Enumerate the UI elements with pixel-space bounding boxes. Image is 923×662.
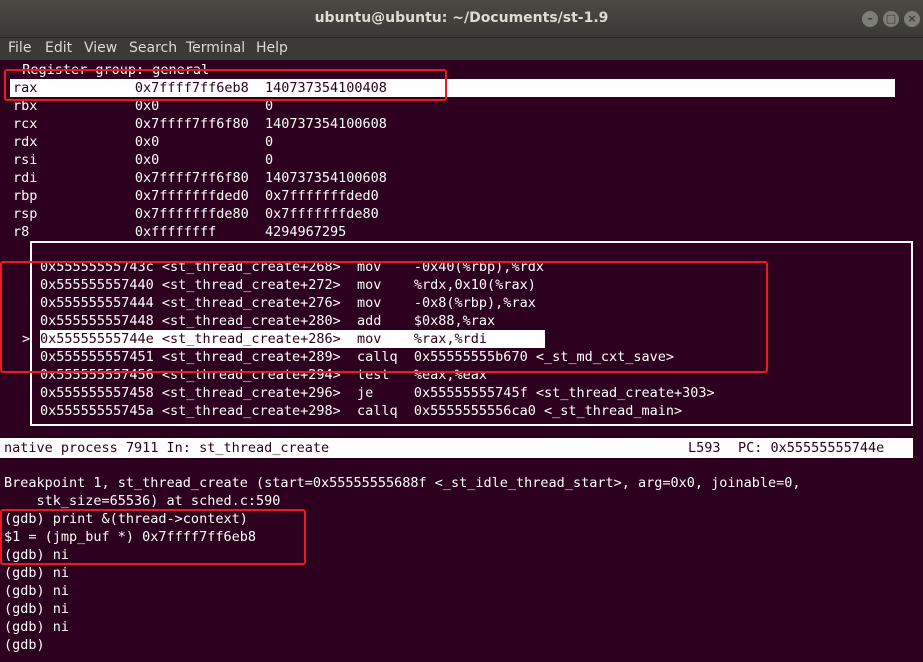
console-line: (gdb) ni bbox=[4, 583, 70, 599]
register-name: rdx bbox=[13, 134, 135, 150]
register-hex: 0x0 bbox=[134, 152, 265, 168]
register-hex: 0x7ffff7ff6f80 bbox=[134, 170, 265, 186]
register-hex: 0x7ffff7ff6f80 bbox=[134, 116, 265, 132]
asm-sym: <st_thread_create+298> bbox=[161, 403, 357, 419]
register-row-rbp: rbp 0x7fffffffded0 0x7fffffffded0 bbox=[13, 187, 379, 205]
register-dec: 0 bbox=[264, 134, 274, 150]
menu-edit[interactable]: Edit bbox=[45, 40, 72, 56]
terminal-content[interactable]: Register group: general rax 0x7ffff7ff6e… bbox=[0, 60, 923, 662]
asm-row: 0x55555555745a <st_thread_create+298> ca… bbox=[40, 402, 682, 420]
console-line: Breakpoint 1, st_thread_create (start=0x… bbox=[4, 475, 801, 491]
register-hex: 0x7fffffffde80 bbox=[134, 206, 265, 222]
console-line: (gdb) ni bbox=[4, 619, 70, 635]
register-name: rsi bbox=[13, 152, 135, 168]
register-name: rsp bbox=[13, 206, 135, 222]
register-hex: 0x7fffffffded0 bbox=[134, 188, 265, 204]
console-line: (gdb) ni bbox=[4, 565, 70, 581]
asm-op: je bbox=[357, 385, 414, 401]
console-line: (gdb) bbox=[4, 637, 45, 653]
register-dec: 0x7fffffffde80 bbox=[264, 206, 379, 222]
maximize-button[interactable]: □ bbox=[883, 11, 899, 27]
close-icon: × bbox=[907, 12, 917, 25]
asm-sym: <st_thread_create+296> bbox=[161, 385, 357, 401]
asm-row: 0x555555557458 <st_thread_create+296> je… bbox=[40, 384, 715, 402]
register-name: rcx bbox=[13, 116, 135, 132]
asm-op: callq bbox=[357, 403, 414, 419]
register-hex: 0x0 bbox=[134, 134, 265, 150]
register-row-r8: r8 0xffffffff 4294967295 bbox=[13, 223, 346, 241]
menu-bar: File Edit View Search Terminal Help bbox=[0, 38, 923, 60]
register-dec: 4294967295 bbox=[264, 224, 347, 240]
annotation-box-rax bbox=[4, 69, 447, 101]
menu-help[interactable]: Help bbox=[256, 40, 288, 56]
asm-addr: 0x55555555745a bbox=[40, 403, 162, 419]
annotation-box-gdb bbox=[0, 509, 306, 565]
menu-file[interactable]: File bbox=[8, 40, 31, 56]
register-hex: 0xffffffff bbox=[134, 224, 265, 240]
close-button[interactable]: × bbox=[904, 11, 920, 27]
status-line: L593 bbox=[688, 440, 721, 456]
minimize-button[interactable]: – bbox=[862, 11, 878, 27]
register-row-rdx: rdx 0x0 0 bbox=[13, 133, 273, 151]
menu-view[interactable]: View bbox=[84, 40, 117, 56]
register-row-rsp: rsp 0x7fffffffde80 0x7fffffffde80 bbox=[13, 205, 379, 223]
status-process: native process 7911 In: st_thread_create bbox=[4, 440, 330, 456]
console-line: stk_size=65536) at sched.c:590 bbox=[4, 493, 281, 509]
menu-terminal[interactable]: Terminal bbox=[186, 40, 245, 56]
minimize-icon: – bbox=[867, 12, 873, 25]
annotation-box-asm bbox=[0, 261, 768, 373]
register-row-rdi: rdi 0x7ffff7ff6f80 140737354100608 bbox=[13, 169, 387, 187]
asm-addr: 0x555555557458 bbox=[40, 385, 162, 401]
window-title: ubuntu@ubuntu: ~/Documents/st-1.9 bbox=[314, 10, 609, 26]
register-name: r8 bbox=[13, 224, 135, 240]
maximize-icon: □ bbox=[885, 12, 897, 25]
status-pc: PC: 0x55555555744e bbox=[738, 440, 885, 456]
register-dec: 140737354100608 bbox=[264, 116, 387, 132]
register-dec: 0 bbox=[264, 152, 274, 168]
asm-args: 0x55555555745f <st_thread_create+303> bbox=[413, 385, 715, 401]
register-dec: 140737354100608 bbox=[264, 170, 387, 186]
menu-search[interactable]: Search bbox=[129, 40, 177, 56]
register-row-rcx: rcx 0x7ffff7ff6f80 140737354100608 bbox=[13, 115, 387, 133]
status-bar: native process 7911 In: st_thread_create… bbox=[0, 438, 913, 458]
title-bar[interactable]: ubuntu@ubuntu: ~/Documents/st-1.9 – □ × bbox=[0, 0, 923, 38]
asm-args: 0x5555555556ca0 <_st_thread_main> bbox=[413, 403, 683, 419]
register-name: rbp bbox=[13, 188, 135, 204]
register-name: rdi bbox=[13, 170, 135, 186]
terminal-window: ubuntu@ubuntu: ~/Documents/st-1.9 – □ × … bbox=[0, 0, 923, 662]
register-row-rsi: rsi 0x0 0 bbox=[13, 151, 273, 169]
console-line: (gdb) ni bbox=[4, 601, 70, 617]
register-dec: 0x7fffffffded0 bbox=[264, 188, 379, 204]
